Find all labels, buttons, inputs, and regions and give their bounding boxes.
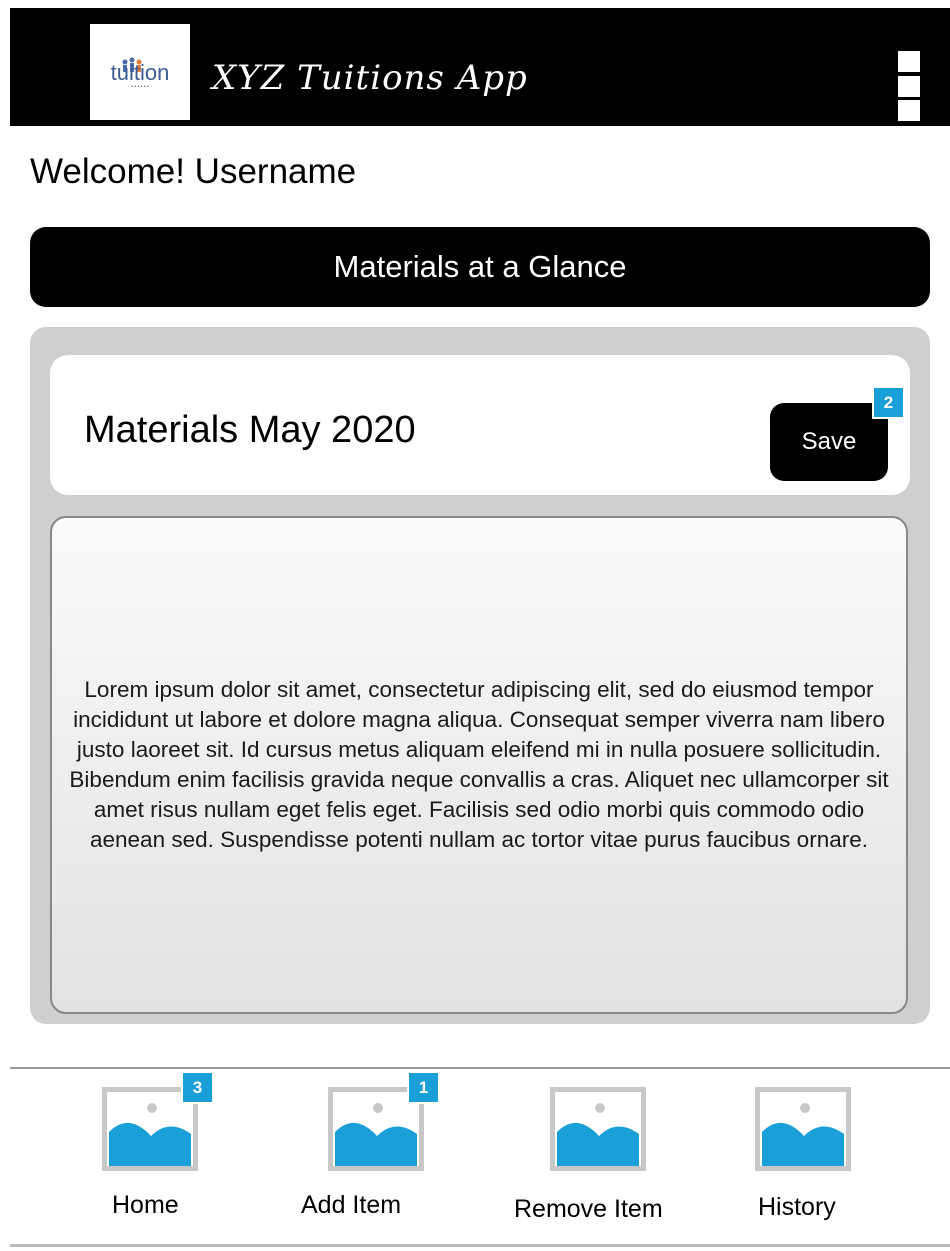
nav-label-history: History bbox=[758, 1193, 836, 1221]
nav-label-home: Home bbox=[112, 1191, 179, 1219]
svg-text:tuition: tuition bbox=[111, 60, 170, 85]
nav-label-remove-item: Remove Item bbox=[514, 1195, 663, 1223]
image-placeholder-icon[interactable] bbox=[755, 1087, 851, 1171]
save-button[interactable]: Save bbox=[770, 403, 888, 481]
menu-bar bbox=[898, 51, 920, 72]
menu-icon[interactable] bbox=[898, 51, 920, 121]
tuition-logo: tuition • • • • • • bbox=[90, 24, 190, 120]
home-badge: 3 bbox=[181, 1071, 214, 1104]
menu-bar bbox=[898, 75, 920, 97]
image-placeholder-graphic bbox=[762, 1103, 844, 1166]
app-title: XYZ Tuitions App bbox=[212, 58, 528, 98]
save-badge: 2 bbox=[872, 386, 905, 419]
section-title-bar: Materials at a Glance bbox=[30, 227, 930, 307]
svg-text:• • • • • •: • • • • • • bbox=[131, 84, 149, 90]
material-content-text: Lorem ipsum dolor sit amet, consectetur … bbox=[69, 677, 889, 852]
add-item-badge: 1 bbox=[407, 1071, 440, 1104]
material-content-box: Lorem ipsum dolor sit amet, consectetur … bbox=[50, 516, 908, 1014]
logo-graphic: tuition • • • • • • bbox=[111, 57, 170, 90]
image-placeholder-graphic bbox=[557, 1103, 639, 1166]
materials-panel: Materials May 2020 Save 2 Lorem ipsum do… bbox=[30, 327, 930, 1024]
nav-label-add-item: Add Item bbox=[301, 1191, 402, 1219]
image-placeholder-icon[interactable] bbox=[550, 1087, 646, 1171]
app-header: tuition • • • • • • XYZ Tuitions App bbox=[10, 8, 950, 126]
card-title: Materials May 2020 bbox=[84, 409, 416, 451]
menu-bar bbox=[898, 100, 920, 121]
bottom-nav: 3 Home 1 Add Item Remove Item History bbox=[10, 1067, 950, 1247]
welcome-text: Welcome! Username bbox=[30, 152, 357, 191]
